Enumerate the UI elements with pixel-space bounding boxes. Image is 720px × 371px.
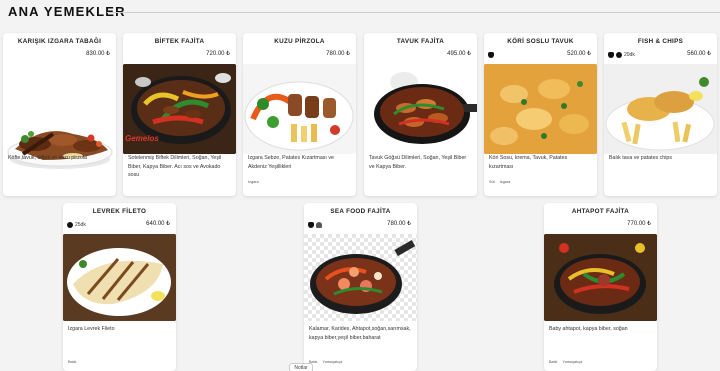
tag: Yumuşakça xyxy=(322,360,343,364)
card-title: BİFTEK FAJİTA xyxy=(154,38,205,45)
allergen-tags: Süt Izgara xyxy=(489,180,510,184)
card-price: 560.00 ₺ xyxy=(687,51,711,57)
dish-image xyxy=(304,234,417,321)
card-title: TAVUK FAJİTA xyxy=(396,38,445,45)
dish-image xyxy=(364,64,477,154)
tag: Izgara xyxy=(499,180,511,184)
dish-image: Gemelos xyxy=(123,64,236,154)
card-meta xyxy=(308,220,322,230)
card-price: 780.00 ₺ xyxy=(326,51,350,57)
card-price: 770.00 ₺ xyxy=(627,221,651,227)
menu-card[interactable]: KÖRİ SOSLU TAVUK 520.00 ₺ Köri Sosu, kre… xyxy=(484,33,597,196)
allergen-tags: Balık Yumuşakça xyxy=(549,360,582,364)
notes-tab[interactable]: Notlar xyxy=(289,363,313,371)
section-header: ANA YEMEKLER xyxy=(0,0,720,26)
card-description: Izgara Levrek Fileto xyxy=(68,326,115,332)
menu-card[interactable]: AHTAPOT FAJİTA 770.00 ₺ Baby ahtapot, ka… xyxy=(544,203,657,371)
card-price: 495.00 ₺ xyxy=(447,51,471,57)
tag: Izgara xyxy=(248,180,259,184)
card-title: KUZU PİRZOLA xyxy=(274,38,325,45)
tag: Süt xyxy=(489,180,495,184)
card-description: Tavuk Göğsü Dilimleri, Soğan, Yeşil Bibe… xyxy=(369,155,467,170)
shell-icon xyxy=(316,222,322,228)
card-title: KÖRİ SOSLU TAVUK xyxy=(507,38,574,45)
menu-card[interactable]: FISH & CHIPS 20dk 560.00 ₺ Balık tava ve… xyxy=(604,33,717,196)
tag: Balık xyxy=(549,360,558,364)
section-divider xyxy=(107,12,720,13)
dish-image xyxy=(63,234,176,321)
hand-icon xyxy=(308,222,314,228)
image-watermark: Gemelos xyxy=(125,134,159,143)
tag: Balık xyxy=(68,360,77,364)
card-price: 640.00 ₺ xyxy=(146,221,170,227)
dish-image xyxy=(484,64,597,154)
card-description: Köfte,tavuk, biftek ve kuzu pirzola xyxy=(8,155,87,161)
card-meta: 25dk xyxy=(67,220,86,230)
card-description: Baby ahtapot, kapya biber, soğan xyxy=(549,326,628,332)
prep-time: 25dk xyxy=(75,222,86,228)
card-price: 520.00 ₺ xyxy=(567,51,591,57)
hand-icon xyxy=(608,52,614,58)
card-description: Sotelenmiş Biftek Dilimleri, Soğan, Yeşi… xyxy=(128,155,222,178)
card-description: Köri Sosu, krema, Tavuk, Patates kızartm… xyxy=(489,155,568,170)
menu-card[interactable]: LEVREK FİLETO 25dk 640.00 ₺ Izgara Levre… xyxy=(63,203,176,371)
menu-card[interactable]: TAVUK FAJİTA 495.00 ₺ Tavuk Göğsü Diliml… xyxy=(364,33,477,196)
card-title: KARIŞIK IZGARA TABAĞI xyxy=(17,38,102,45)
card-description: Balık tava ve patates chips xyxy=(609,155,673,161)
allergen-tags: Izgara xyxy=(248,180,259,184)
hand-icon xyxy=(488,52,494,58)
allergen-tags: Balık Yumuşakça xyxy=(309,360,342,364)
prep-time: 20dk xyxy=(624,52,635,58)
card-title: FISH & CHIPS xyxy=(637,38,684,45)
menu-card[interactable]: KARIŞIK IZGARA TABAĞI 830.00 ₺ Köfte,tav… xyxy=(3,33,116,196)
card-meta: 20dk xyxy=(608,50,635,60)
card-price: 720.00 ₺ xyxy=(206,51,230,57)
card-price: 830.00 ₺ xyxy=(86,51,110,57)
tag: Yumuşakça xyxy=(562,360,583,364)
card-meta xyxy=(488,50,494,60)
menu-card[interactable]: BİFTEK FAJİTA 720.00 ₺ Gemelos Sotelenmi… xyxy=(123,33,236,196)
card-description: Izgara Sebze, Patates Kızartması ve Akde… xyxy=(248,155,334,170)
dish-image xyxy=(544,234,657,321)
card-description: Kalamar, Karides, Ahtapot,soğan,sarımsak… xyxy=(309,326,411,341)
clock-icon xyxy=(616,52,622,58)
dish-image xyxy=(243,64,356,154)
card-title: AHTAPOT FAJİTA xyxy=(571,208,630,215)
dish-image xyxy=(604,64,717,154)
menu-card[interactable]: SEA FOOD FAJİTA 780.00 ₺ Kalamar, Karide… xyxy=(304,203,417,371)
menu-card[interactable]: KUZU PİRZOLA 780.00 ₺ Izgara Sebze, Pata… xyxy=(243,33,356,196)
clock-icon xyxy=(67,222,73,228)
allergen-tags: Balık xyxy=(68,360,76,364)
card-title: LEVREK FİLETO xyxy=(92,208,147,215)
card-title: SEA FOOD FAJİTA xyxy=(330,208,391,215)
card-price: 780.00 ₺ xyxy=(387,221,411,227)
